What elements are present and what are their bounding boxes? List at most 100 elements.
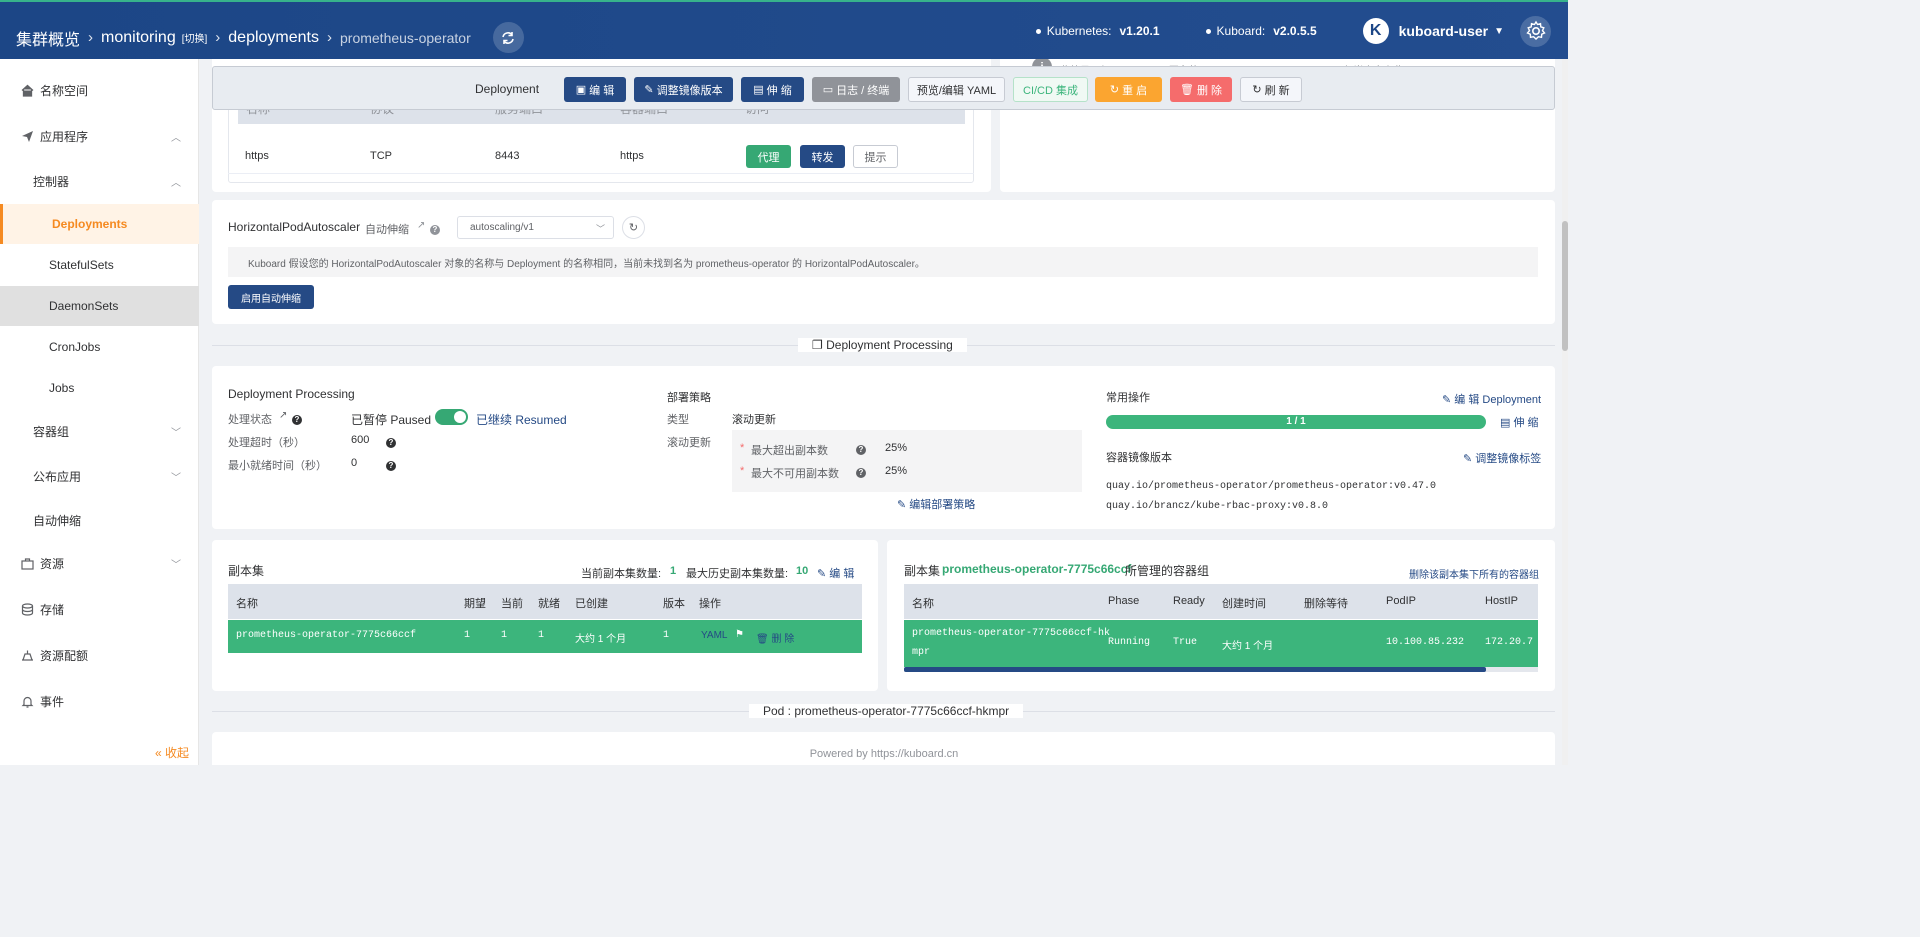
sidebar-item-label: 应用程序 (40, 129, 89, 144)
yaml-button[interactable]: 预览/编辑 YAML (908, 77, 1005, 102)
help-icon[interactable]: ? (430, 221, 440, 235)
min-ready-label: 最小就绪时间（秒） (228, 460, 327, 472)
pencil-icon: ✎ (897, 499, 907, 511)
scale-button[interactable]: ▤ 伸 缩 (741, 77, 804, 102)
sidebar: 名称空间 应用程序 ︿ 控制器 ︿ Deployments StatefulSe… (0, 59, 199, 765)
hpa-refresh-button[interactable]: ↻ (622, 216, 645, 239)
edit-history-link[interactable]: ✎ 编 辑 (817, 565, 854, 581)
forward-button[interactable]: 转发 (800, 145, 845, 168)
sidebar-item-label: 存储 (40, 602, 65, 617)
sidebar-item-jobs[interactable]: Jobs (0, 368, 199, 408)
rs-yaml-link[interactable]: YAML (701, 630, 728, 641)
cicd-button[interactable]: CI/CD 集成 (1013, 77, 1088, 102)
required-asterisk: * (740, 465, 745, 477)
port-container-port: https (620, 150, 644, 162)
breadcrumb-separator-icon: › (327, 29, 332, 46)
sidebar-item-statefulsets[interactable]: StatefulSets (0, 245, 199, 285)
help-icon[interactable]: ? (856, 441, 866, 455)
help-icon[interactable]: ? (292, 411, 302, 425)
divider (228, 173, 974, 174)
window-icon: ❐ (812, 338, 823, 352)
trash-icon: 🗑 (756, 634, 769, 645)
adjust-tag-link[interactable]: ✎ 调整镜像标签 (1463, 450, 1541, 466)
sidebar-item-daemonsets[interactable]: DaemonSets (0, 286, 199, 326)
table-row[interactable]: prometheus-operator-7775c66ccf 1 1 1 大约 … (228, 620, 862, 653)
sidebar-item-controllers[interactable]: 控制器 ︿ (0, 161, 199, 201)
breadcrumb-namespace[interactable]: monitoring (101, 29, 176, 47)
pod-section-label: Pod : prometheus-operator-7775c66ccf-hkm… (749, 704, 1024, 718)
toolbar-title: Deployment (475, 82, 540, 96)
rs-delete-label: 删 除 (771, 634, 795, 645)
scrollbar-thumb[interactable] (904, 667, 1486, 672)
refresh-button[interactable]: ↻ 刷 新 (1240, 77, 1302, 102)
table-row[interactable]: prometheus-operator-7775c66ccf-hk mpr Ru… (904, 620, 1538, 667)
user-menu[interactable]: kuboard-user (1399, 23, 1488, 39)
rs-header-created: 已创建 (575, 598, 608, 610)
sidebar-item-storage[interactable]: 存储 (0, 589, 199, 629)
pod-name-line2: mpr (912, 647, 931, 658)
sidebar-item-events[interactable]: 事件 (0, 681, 199, 721)
header-refresh-button[interactable] (492, 22, 524, 53)
restart-button[interactable]: ↻ 重 启 (1095, 77, 1162, 102)
chevron-down-icon: ﹀ (171, 428, 181, 439)
sidebar-item-pods[interactable]: 容器组 ﹀ (0, 411, 199, 451)
logs-terminal-button[interactable]: ▭ 日志 / 终端 (812, 77, 900, 102)
sidebar-item-namespace[interactable]: 名称空间 (0, 70, 199, 110)
k8s-label: Kubernetes: (1046, 24, 1112, 38)
delete-all-pods-link[interactable]: 删除该副本集下所有的容器组 (1409, 566, 1539, 581)
breadcrumb-kind[interactable]: deployments (228, 29, 319, 47)
enable-autoscale-button[interactable]: 启用自动伸缩 (228, 285, 314, 309)
external-link-icon[interactable]: ↗ (417, 220, 425, 231)
hint-button[interactable]: 提示 (853, 145, 898, 168)
rs-version: 1 (663, 630, 670, 641)
avatar[interactable]: K (1362, 18, 1389, 44)
page-scrollbar[interactable] (1562, 59, 1568, 765)
sidebar-item-cronjobs[interactable]: CronJobs (0, 327, 199, 367)
pod-created: 大约 1 个月 (1222, 641, 1274, 652)
namespace-switch-link[interactable]: [切换] (182, 30, 208, 45)
sidebar-item-quota[interactable]: 资源配额 (0, 635, 199, 675)
adjust-image-button[interactable]: ✎ 调整镜像版本 (634, 77, 733, 102)
hpa-version-value: autoscaling/v1 (470, 222, 534, 233)
paused-resumed-toggle[interactable] (435, 409, 468, 425)
edit-deployment-link[interactable]: ✎ 编 辑 Deployment (1442, 391, 1541, 407)
autoscale-link[interactable]: 自动伸缩 (365, 221, 409, 237)
sidebar-item-applications[interactable]: 应用程序 ︿ (0, 116, 199, 156)
scale-icon (20, 648, 34, 662)
horizontal-scrollbar[interactable] (904, 667, 1538, 672)
external-link-icon[interactable]: ↗ (279, 410, 287, 421)
delete-button[interactable]: 🗑 删 除 (1170, 77, 1232, 102)
hpa-version-select[interactable]: autoscaling/v1 ﹀ (457, 216, 614, 239)
help-icon[interactable]: ? (386, 457, 396, 471)
settings-button[interactable] (1520, 15, 1551, 47)
ops-scale-link[interactable]: ▤ 伸 缩 (1500, 414, 1539, 430)
sidebar-item-label: 容器组 (33, 424, 70, 439)
sidebar-item-label: 事件 (40, 694, 65, 709)
caret-down-icon[interactable]: ▼ (1494, 26, 1504, 37)
page-scrollbar-thumb[interactable] (1562, 221, 1568, 351)
edit-button-label: 编 辑 (589, 84, 615, 97)
breadcrumb-cluster[interactable]: 集群概览 (16, 26, 80, 50)
rs-header-name: 名称 (236, 598, 258, 610)
timeout-label: 处理超时（秒） (228, 437, 305, 449)
sidebar-item-resources[interactable]: 资源 ﹀ (0, 543, 199, 583)
edit-strategy-link[interactable]: ✎ 编辑部署策略 (897, 496, 975, 512)
max-surge-value: 25% (885, 442, 908, 454)
k8s-version-value: v1.20.1 (1119, 24, 1160, 38)
pods-title-suffix: 所管理的容器组 (1125, 564, 1210, 578)
refresh-icon: ↻ (628, 222, 639, 234)
rs-delete-link[interactable]: 🗑 删 除 (756, 630, 794, 645)
pencil-icon: ✎ (817, 568, 827, 580)
proxy-button[interactable]: 代理 (746, 145, 791, 168)
breadcrumb: 集群概览 › monitoring [切换] › deployments › p… (16, 22, 524, 53)
edit-button[interactable]: ▣ 编 辑 (564, 77, 626, 102)
sidebar-item-deployments[interactable]: Deployments (0, 204, 199, 244)
rs-header-current: 当前 (501, 598, 523, 610)
sidebar-item-autoscale[interactable]: 自动伸缩 (0, 500, 199, 540)
help-icon[interactable]: ? (386, 434, 396, 448)
help-icon[interactable]: ? (856, 464, 866, 478)
sidebar-item-publish[interactable]: 公布应用 ﹀ (0, 456, 199, 496)
flag-icon[interactable]: ⚑ (735, 629, 744, 640)
collapse-sidebar-button[interactable]: « 收起 (155, 744, 189, 761)
replicasets-table-header: 名称 期望 当前 就绪 已创建 版本 操作 (228, 584, 862, 619)
